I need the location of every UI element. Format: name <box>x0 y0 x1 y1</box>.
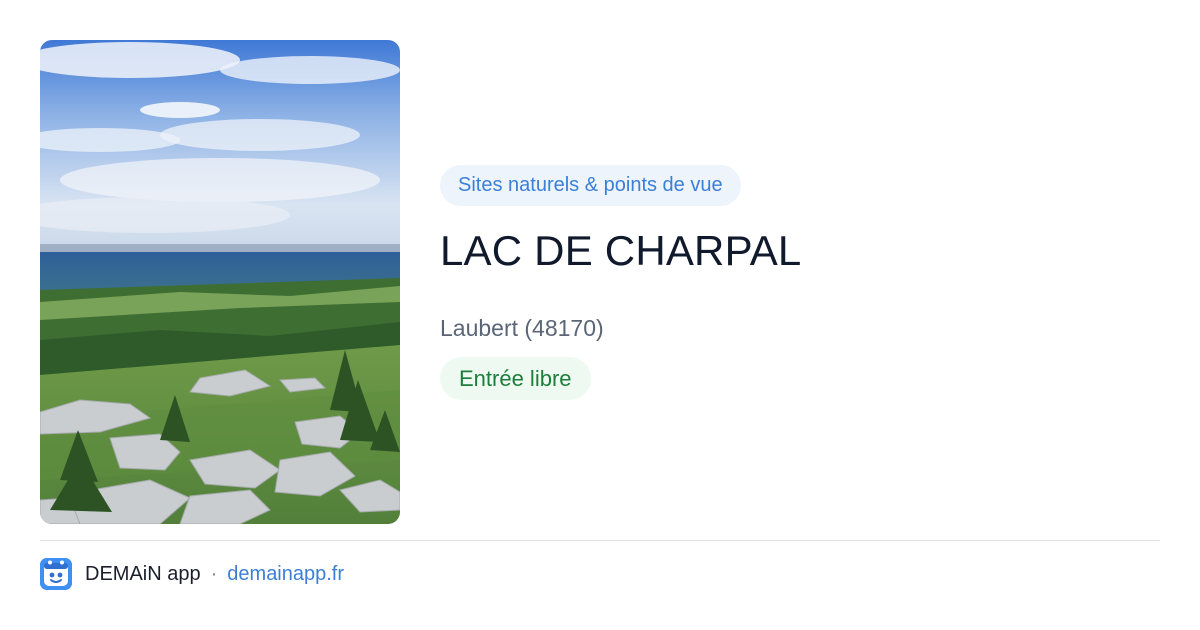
place-title: LAC DE CHARPAL <box>440 227 802 274</box>
category-badge: Sites naturels & points de vue <box>440 165 741 206</box>
place-info: Sites naturels & points de vue LAC DE CH… <box>440 165 1160 400</box>
footer: DEMAiN app · demainapp.fr <box>40 558 344 590</box>
access-badge: Entrée libre <box>440 357 591 400</box>
app-url-link[interactable]: demainapp.fr <box>227 563 344 586</box>
app-logo-icon <box>40 558 72 590</box>
place-photo <box>40 40 400 524</box>
footer-separator: · <box>210 562 218 585</box>
place-location: Laubert (48170) <box>440 315 604 341</box>
place-card: Sites naturels & points de vue LAC DE CH… <box>0 0 1200 630</box>
footer-divider <box>40 540 1160 541</box>
app-name: DEMAiN app <box>85 562 201 585</box>
